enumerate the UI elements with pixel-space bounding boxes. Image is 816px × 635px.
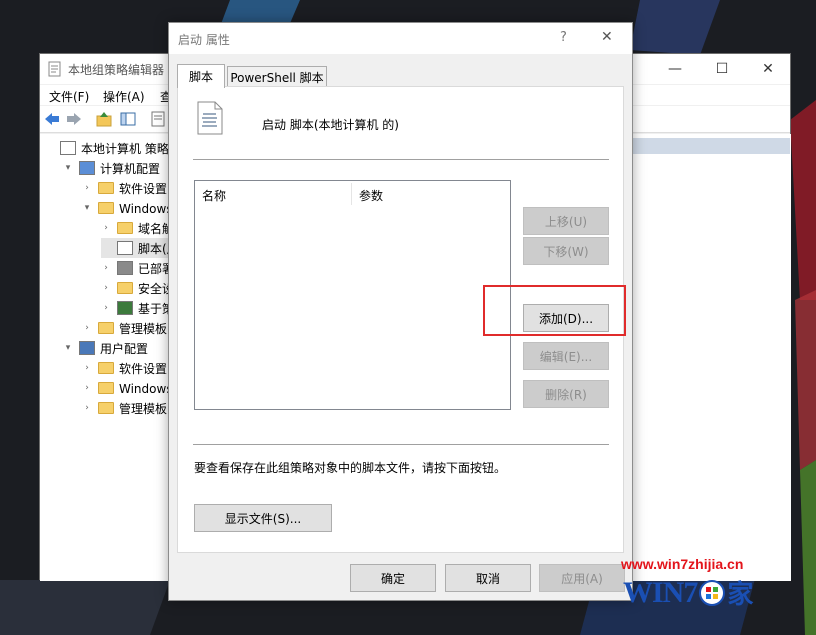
dialog-title-bar: 启动 属性 ? ✕ — [169, 23, 632, 54]
tree-item[interactable]: › 软件设置 — [82, 178, 167, 198]
tree-pane: 本地计算机 策略 ▾ 计算机配置 › 软件设置 ▾ Windows 设 › 域名解析 脚本(启动 ›… — [40, 134, 191, 581]
details-header — [628, 138, 790, 154]
column-params-header[interactable]: 参数 — [359, 187, 383, 204]
tree-item-label: 软件设置 — [119, 361, 168, 376]
folder-icon — [98, 362, 114, 374]
delete-button[interactable]: 删除(R) — [523, 380, 609, 408]
dialog-close-button[interactable]: ✕ — [601, 29, 613, 45]
folder-icon — [117, 282, 133, 294]
tree-item[interactable]: › 管理模板 — [82, 318, 167, 338]
top-separator — [193, 159, 609, 160]
chevron-right-icon[interactable]: › — [101, 223, 111, 233]
tree-item-label: 管理模板 — [119, 321, 168, 336]
scripts-list[interactable]: 名称 参数 — [194, 180, 511, 410]
chevron-down-icon[interactable]: ▾ — [63, 343, 73, 353]
watermark-url: www.win7zhijia.cn — [621, 556, 744, 572]
add-button-highlight — [483, 285, 626, 336]
ok-button[interactable]: 确定 — [350, 564, 436, 592]
folder-icon — [117, 222, 133, 234]
up-folder-icon[interactable] — [96, 111, 112, 127]
tree-item-label: 计算机配置 — [100, 161, 161, 176]
menu-action[interactable]: 操作(A) — [103, 88, 145, 105]
cancel-button[interactable]: 取消 — [445, 564, 531, 592]
apply-button[interactable]: 应用(A) — [539, 564, 625, 592]
tree-item[interactable]: ▾ 用户配置 — [63, 338, 148, 358]
tree-item-label: 本地计算机 策略 — [81, 141, 169, 156]
script-document-icon — [197, 101, 223, 135]
forward-arrow-icon[interactable] — [66, 111, 82, 127]
watermark-logo: WIN7 家 — [623, 574, 753, 611]
chevron-right-icon[interactable]: › — [82, 403, 92, 413]
column-divider — [351, 183, 352, 205]
folder-icon — [98, 382, 114, 394]
info-text: 要查看保存在此组策略对象中的脚本文件，请按下面按钮。 — [194, 461, 507, 475]
chevron-right-icon[interactable]: › — [101, 283, 111, 293]
chevron-down-icon[interactable]: ▾ — [63, 163, 73, 173]
menu-file[interactable]: 文件(F) — [49, 88, 89, 105]
properties-icon[interactable] — [150, 111, 166, 127]
tree-item-label: 用户配置 — [100, 341, 149, 356]
chevron-right-icon[interactable]: › — [82, 363, 92, 373]
help-button[interactable]: ? — [560, 30, 567, 45]
maximize-button[interactable]: ☐ — [699, 54, 745, 84]
watermark-logo-tail: 家 — [727, 580, 754, 610]
bottom-separator — [193, 444, 609, 445]
tree-item-label: 软件设置 — [119, 181, 168, 196]
chevron-right-icon[interactable]: › — [101, 303, 111, 313]
move-up-button[interactable]: 上移(U) — [523, 207, 609, 235]
folder-icon — [98, 202, 114, 214]
tree-item[interactable]: › 软件设置 — [82, 358, 167, 378]
details-pane — [628, 134, 791, 581]
computer-icon — [79, 161, 95, 175]
chevron-right-icon[interactable]: › — [82, 183, 92, 193]
chevron-right-icon[interactable]: › — [82, 323, 92, 333]
watermark-logo-text: WIN7 — [623, 575, 698, 609]
minimize-button[interactable]: — — [652, 54, 698, 84]
tree-item[interactable]: › 管理模板 — [82, 398, 167, 418]
tree-item[interactable]: ▾ 计算机配置 — [63, 158, 160, 178]
chart-icon — [117, 301, 133, 315]
tab-scripts[interactable]: 脚本 — [177, 64, 225, 88]
show-hide-tree-icon[interactable] — [120, 111, 136, 127]
script-icon — [117, 241, 133, 255]
tab-powershell-scripts[interactable]: PowerShell 脚本 — [227, 66, 327, 88]
dialog-title: 启动 属性 — [178, 33, 230, 47]
folder-icon — [98, 402, 114, 414]
user-icon — [79, 341, 95, 355]
folder-icon — [98, 322, 114, 334]
chevron-right-icon[interactable]: › — [101, 263, 111, 273]
script-header-text: 启动 脚本(本地计算机 的) — [262, 118, 399, 132]
folder-icon — [98, 182, 114, 194]
tree-item[interactable]: 本地计算机 策略 — [44, 138, 169, 158]
column-name-header[interactable]: 名称 — [202, 187, 226, 204]
windows-logo-icon — [699, 579, 726, 606]
tree-item-label: 管理模板 — [119, 401, 168, 416]
show-files-button[interactable]: 显示文件(S)... — [194, 504, 332, 532]
close-button[interactable]: ✕ — [745, 54, 791, 84]
chevron-right-icon[interactable]: › — [82, 383, 92, 393]
move-down-button[interactable]: 下移(W) — [523, 237, 609, 265]
chevron-down-icon[interactable]: ▾ — [82, 203, 92, 213]
editor-title: 本地组策略编辑器 — [68, 63, 165, 77]
printer-icon — [117, 261, 133, 275]
doc-icon — [60, 141, 76, 155]
app-icon — [48, 61, 61, 77]
edit-button[interactable]: 编辑(E)... — [523, 342, 609, 370]
back-arrow-icon[interactable] — [44, 111, 60, 127]
